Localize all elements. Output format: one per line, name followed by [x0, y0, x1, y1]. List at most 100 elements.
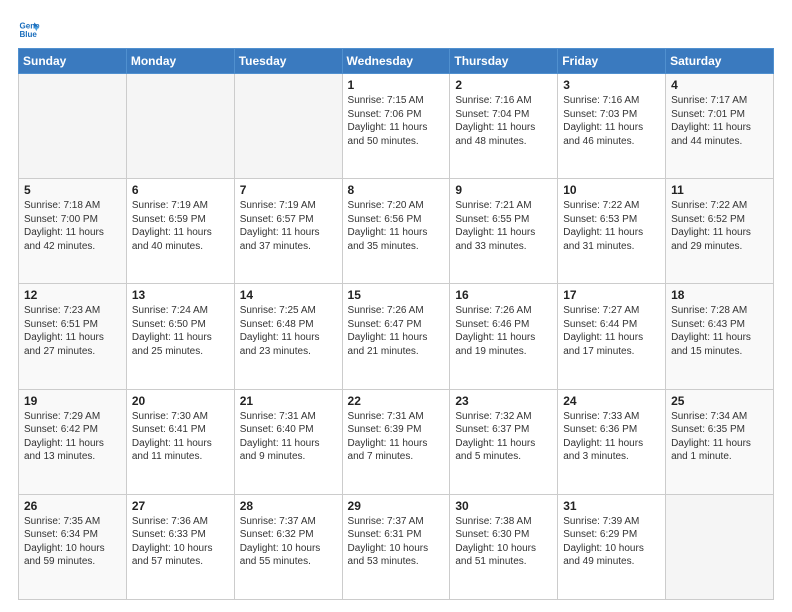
svg-text:Blue: Blue: [19, 30, 37, 39]
table-row: 13 Sunrise: 7:24 AM Sunset: 6:50 PM Dayli…: [126, 284, 234, 389]
day-number: 11: [671, 183, 768, 197]
table-row: 12 Sunrise: 7:23 AM Sunset: 6:51 PM Dayli…: [19, 284, 127, 389]
logo-icon: General Blue: [18, 18, 40, 40]
cell-info: Sunrise: 7:16 AM Sunset: 7:04 PM Dayligh…: [455, 94, 552, 148]
day-number: 31: [563, 499, 660, 513]
calendar-table: Sunday Monday Tuesday Wednesday Thursday…: [18, 48, 774, 600]
col-tuesday: Tuesday: [234, 49, 342, 74]
table-row: 24 Sunrise: 7:33 AM Sunset: 6:36 PM Dayli…: [558, 389, 666, 494]
table-row: 11 Sunrise: 7:22 AM Sunset: 6:52 PM Dayli…: [666, 179, 774, 284]
cell-info: Sunrise: 7:37 AM Sunset: 6:31 PM Dayligh…: [348, 515, 445, 569]
cell-info: Sunrise: 7:34 AM Sunset: 6:35 PM Dayligh…: [671, 410, 768, 464]
col-monday: Monday: [126, 49, 234, 74]
cell-info: Sunrise: 7:18 AM Sunset: 7:00 PM Dayligh…: [24, 199, 121, 253]
cell-info: Sunrise: 7:36 AM Sunset: 6:33 PM Dayligh…: [132, 515, 229, 569]
cell-info: Sunrise: 7:25 AM Sunset: 6:48 PM Dayligh…: [240, 304, 337, 358]
day-number: 12: [24, 288, 121, 302]
day-number: 5: [24, 183, 121, 197]
table-row: 14Sunrise: 7:25 AM Sunset: 6:48 PM Dayli…: [234, 284, 342, 389]
table-row: 19 Sunrise: 7:29 AM Sunset: 6:42 PM Dayli…: [19, 389, 127, 494]
cell-info: Sunrise: 7:31 AM Sunset: 6:39 PM Dayligh…: [348, 410, 445, 464]
table-row: [19, 74, 127, 179]
day-number: 18: [671, 288, 768, 302]
cell-info: Sunrise: 7:35 AM Sunset: 6:34 PM Dayligh…: [24, 515, 121, 569]
cell-info: Sunrise: 7:16 AM Sunset: 7:03 PM Dayligh…: [563, 94, 660, 148]
table-row: 25 Sunrise: 7:34 AM Sunset: 6:35 PM Dayli…: [666, 389, 774, 494]
table-row: 5 Sunrise: 7:18 AM Sunset: 7:00 PM Daylig…: [19, 179, 127, 284]
cell-info: Sunrise: 7:26 AM Sunset: 6:47 PM Dayligh…: [348, 304, 445, 358]
cell-info: Sunrise: 7:31 AM Sunset: 6:40 PM Dayligh…: [240, 410, 337, 464]
cell-info: Sunrise: 7:39 AM Sunset: 6:29 PM Dayligh…: [563, 515, 660, 569]
table-row: 9 Sunrise: 7:21 AM Sunset: 6:55 PM Daylig…: [450, 179, 558, 284]
table-row: 23 Sunrise: 7:32 AM Sunset: 6:37 PM Dayli…: [450, 389, 558, 494]
cell-info: Sunrise: 7:27 AM Sunset: 6:44 PM Dayligh…: [563, 304, 660, 358]
cell-info: Sunrise: 7:23 AM Sunset: 6:51 PM Dayligh…: [24, 304, 121, 358]
day-number: 3: [563, 78, 660, 92]
table-row: 27 Sunrise: 7:36 AM Sunset: 6:33 PM Dayli…: [126, 494, 234, 599]
day-number: 13: [132, 288, 229, 302]
table-row: 29 Sunrise: 7:37 AM Sunset: 6:31 PM Dayli…: [342, 494, 450, 599]
day-number: 4: [671, 78, 768, 92]
table-row: 18 Sunrise: 7:28 AM Sunset: 6:43 PM Dayli…: [666, 284, 774, 389]
col-thursday: Thursday: [450, 49, 558, 74]
day-number: 7: [240, 183, 337, 197]
day-number: 16: [455, 288, 552, 302]
table-row: [126, 74, 234, 179]
table-row: 10 Sunrise: 7:22 AM Sunset: 6:53 PM Dayli…: [558, 179, 666, 284]
table-row: 21Sunrise: 7:31 AM Sunset: 6:40 PM Dayli…: [234, 389, 342, 494]
table-row: 1Sunrise: 7:15 AM Sunset: 7:06 PM Daylig…: [342, 74, 450, 179]
table-row: [666, 494, 774, 599]
day-number: 22: [348, 394, 445, 408]
day-number: 1: [348, 78, 445, 92]
col-sunday: Sunday: [19, 49, 127, 74]
cell-info: Sunrise: 7:33 AM Sunset: 6:36 PM Dayligh…: [563, 410, 660, 464]
day-number: 27: [132, 499, 229, 513]
table-row: 3 Sunrise: 7:16 AM Sunset: 7:03 PM Daylig…: [558, 74, 666, 179]
logo: General Blue: [18, 18, 44, 40]
cell-info: Sunrise: 7:29 AM Sunset: 6:42 PM Dayligh…: [24, 410, 121, 464]
table-row: 4Sunrise: 7:17 AM Sunset: 7:01 PM Daylig…: [666, 74, 774, 179]
day-number: 10: [563, 183, 660, 197]
cell-info: Sunrise: 7:22 AM Sunset: 6:53 PM Dayligh…: [563, 199, 660, 253]
day-number: 24: [563, 394, 660, 408]
table-row: 20 Sunrise: 7:30 AM Sunset: 6:41 PM Dayli…: [126, 389, 234, 494]
table-row: 8 Sunrise: 7:20 AM Sunset: 6:56 PM Daylig…: [342, 179, 450, 284]
cell-info: Sunrise: 7:19 AM Sunset: 6:59 PM Dayligh…: [132, 199, 229, 253]
day-number: 8: [348, 183, 445, 197]
cell-info: Sunrise: 7:28 AM Sunset: 6:43 PM Dayligh…: [671, 304, 768, 358]
table-row: 30 Sunrise: 7:38 AM Sunset: 6:30 PM Dayli…: [450, 494, 558, 599]
day-number: 15: [348, 288, 445, 302]
day-number: 30: [455, 499, 552, 513]
cell-info: Sunrise: 7:38 AM Sunset: 6:30 PM Dayligh…: [455, 515, 552, 569]
cell-info: Sunrise: 7:20 AM Sunset: 6:56 PM Dayligh…: [348, 199, 445, 253]
cell-info: Sunrise: 7:32 AM Sunset: 6:37 PM Dayligh…: [455, 410, 552, 464]
day-number: 17: [563, 288, 660, 302]
col-wednesday: Wednesday: [342, 49, 450, 74]
table-row: 26 Sunrise: 7:35 AM Sunset: 6:34 PM Dayli…: [19, 494, 127, 599]
day-number: 19: [24, 394, 121, 408]
table-row: 2 Sunrise: 7:16 AM Sunset: 7:04 PM Daylig…: [450, 74, 558, 179]
day-number: 25: [671, 394, 768, 408]
cell-info: Sunrise: 7:19 AM Sunset: 6:57 PM Dayligh…: [240, 199, 337, 253]
cell-info: Sunrise: 7:21 AM Sunset: 6:55 PM Dayligh…: [455, 199, 552, 253]
table-row: 16 Sunrise: 7:26 AM Sunset: 6:46 PM Dayli…: [450, 284, 558, 389]
table-row: [234, 74, 342, 179]
cell-info: Sunrise: 7:22 AM Sunset: 6:52 PM Dayligh…: [671, 199, 768, 253]
table-row: 22 Sunrise: 7:31 AM Sunset: 6:39 PM Dayli…: [342, 389, 450, 494]
day-number: 6: [132, 183, 229, 197]
cell-info: Sunrise: 7:26 AM Sunset: 6:46 PM Dayligh…: [455, 304, 552, 358]
table-row: 6 Sunrise: 7:19 AM Sunset: 6:59 PM Daylig…: [126, 179, 234, 284]
cell-info: Sunrise: 7:24 AM Sunset: 6:50 PM Dayligh…: [132, 304, 229, 358]
day-number: 28: [240, 499, 337, 513]
table-row: 28 Sunrise: 7:37 AM Sunset: 6:32 PM Dayli…: [234, 494, 342, 599]
day-number: 2: [455, 78, 552, 92]
col-saturday: Saturday: [666, 49, 774, 74]
day-number: 23: [455, 394, 552, 408]
day-number: 29: [348, 499, 445, 513]
cell-info: Sunrise: 7:37 AM Sunset: 6:32 PM Dayligh…: [240, 515, 337, 569]
col-friday: Friday: [558, 49, 666, 74]
day-number: 9: [455, 183, 552, 197]
day-number: 20: [132, 394, 229, 408]
day-number: 26: [24, 499, 121, 513]
cell-info: Sunrise: 7:30 AM Sunset: 6:41 PM Dayligh…: [132, 410, 229, 464]
